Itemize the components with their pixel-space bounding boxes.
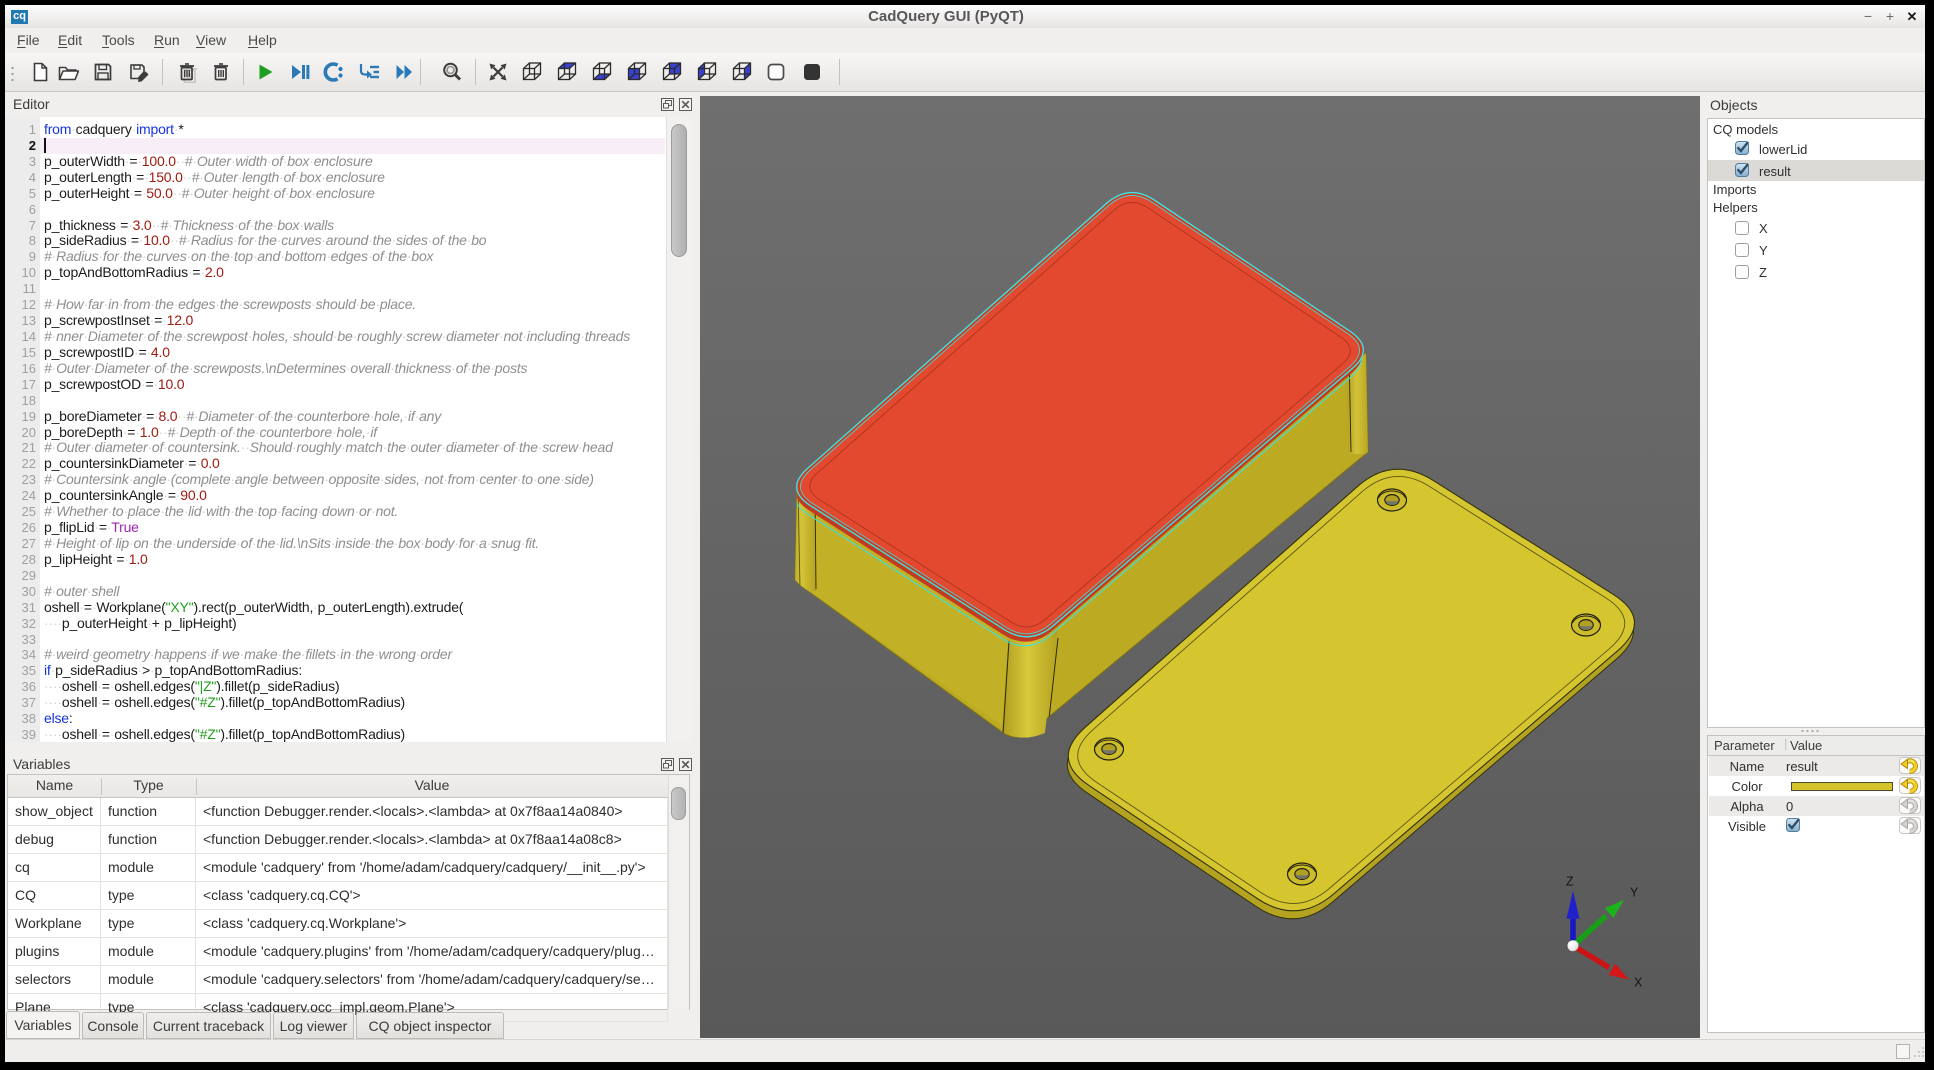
svg-text:X: X: [1634, 976, 1643, 990]
svg-text:Y: Y: [1630, 886, 1639, 900]
svg-text:Z: Z: [1566, 875, 1574, 889]
